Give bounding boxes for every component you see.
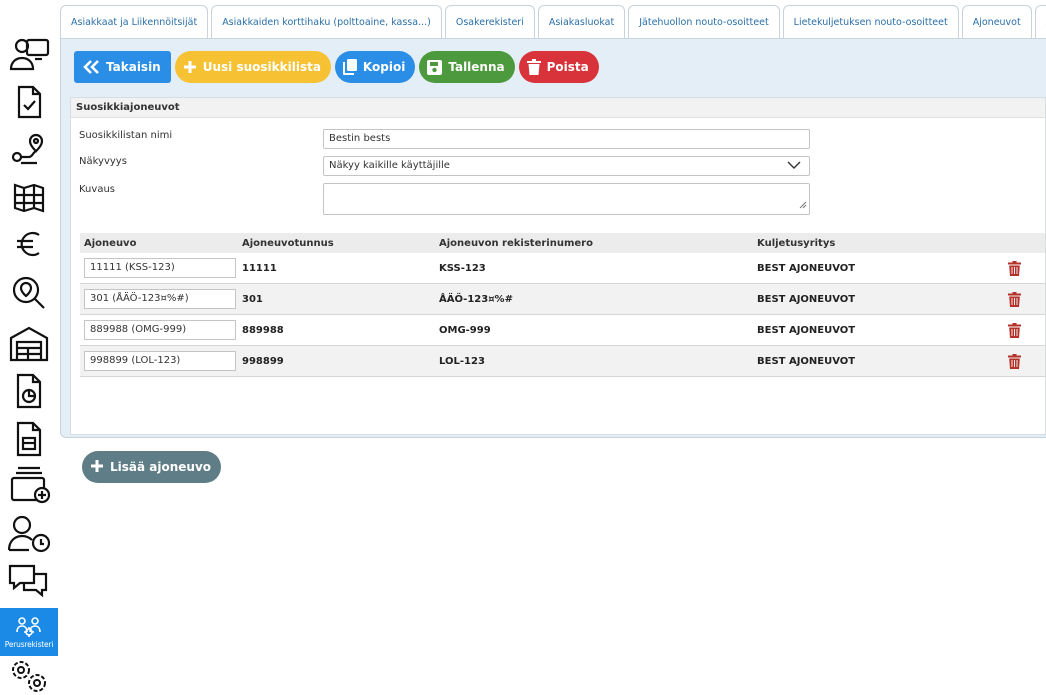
main-panel: Takaisin Uusi suosikkilista Kopioi Talle… [60,38,1046,483]
save-button-label: Tallenna [448,60,505,74]
tab-korttihaku[interactable]: Asiakkaiden korttihaku (polttoaine, kass… [211,5,442,38]
table-row: 889988 (OMG-999) 889988 OMG-999 BEST AJO… [80,315,1045,346]
route-icon[interactable] [0,130,58,170]
delete-button[interactable]: Poista [518,51,599,83]
tab-ajon[interactable]: Ajon [1034,5,1046,38]
vehicle-id-cell: 11111 [242,262,277,274]
vehicle-input[interactable]: 889988 (OMG-999) [84,320,236,340]
table-row: 11111 (KSS-123) 11111 KSS-123 BEST AJONE… [80,253,1045,284]
new-list-button[interactable]: Uusi suosikkilista [174,51,331,83]
registration-cell: OMG-999 [439,324,491,336]
delete-row-trash-icon[interactable] [1007,260,1021,276]
delete-button-label: Poista [546,60,589,74]
header-vehicle-id: Ajoneuvotunnus [242,237,334,249]
sidebar-item-perusrekisteri[interactable]: Perusrekisteri [0,608,58,656]
floppy-icon [427,59,443,75]
tab-ajoneuvot[interactable]: Ajoneuvot [961,5,1032,38]
trash-icon [526,59,541,75]
chevron-down-icon [787,160,801,173]
settings-icon[interactable] [0,656,58,695]
company-cell: BEST AJONEUVOT [757,293,856,305]
save-button[interactable]: Tallenna [419,51,515,83]
visibility-select[interactable]: Näkyy kaikille käyttäjille [323,156,810,176]
list-name-value: Bestin bests [329,133,391,144]
user-screen-icon[interactable] [0,34,58,74]
vehicle-id-cell: 998899 [242,355,284,367]
plus-icon [90,459,104,476]
delete-row-trash-icon[interactable] [1007,322,1021,338]
table-row: 301 (ÅÄÖ-123¤%#) 301 ÅÄÖ-123¤%# BEST AJO… [80,284,1045,315]
header-company: Kuljetusyritys [757,237,836,249]
resize-grip-icon[interactable] [799,201,807,212]
visibility-value: Näkyy kaikille käyttäjille [329,160,450,171]
section-title: Suosikkiajoneuvot [71,98,1045,118]
vehicles-table: Ajoneuvo Ajoneuvotunnus Ajoneuvon rekist… [80,233,1045,377]
tab-bar: Asiakkaat ja Liikennöitsijät Asiakkaiden… [60,5,1046,38]
vehicle-input[interactable]: 11111 (KSS-123) [84,258,236,278]
sidebar-item-label: Perusrekisteri [4,639,54,649]
tab-lietekuljetus[interactable]: Lietekuljetuksen nouto-osoitteet [782,5,959,38]
plus-icon [183,60,197,74]
map-icon[interactable] [0,176,58,218]
tab-asiakasluokat[interactable]: Asiakasluokat [537,5,626,38]
copy-button-label: Kopioi [362,60,406,74]
euro-icon[interactable] [0,224,58,264]
toolbar: Takaisin Uusi suosikkilista Kopioi Talle… [74,51,599,83]
vehicle-id-cell: 301 [242,293,263,305]
registration-cell: KSS-123 [439,262,486,274]
company-cell: BEST AJONEUVOT [757,262,856,274]
tab-osakerekisteri[interactable]: Osakerekisteri [444,5,535,38]
vehicle-input[interactable]: 998899 (LOL-123) [84,351,236,371]
add-vehicle-button[interactable]: Lisää ajoneuvo [82,451,222,483]
copy-icon [342,59,357,75]
back-button[interactable]: Takaisin [74,51,171,83]
registration-cell: ÅÄÖ-123¤%# [439,293,513,305]
header-vehicle: Ajoneuvo [84,237,137,249]
add-vehicle-label: Lisää ajoneuvo [110,460,212,474]
tab-asiakkaat[interactable]: Asiakkaat ja Liikennöitsijät [60,5,209,38]
registration-cell: LOL-123 [439,355,485,367]
clipboard-check-icon[interactable] [0,82,58,122]
visibility-label: Näkyvyys [79,156,127,167]
chat-icon[interactable] [0,560,58,600]
table-row: 998899 (LOL-123) 998899 LOL-123 BEST AJO… [80,346,1045,377]
search-location-icon[interactable] [0,272,58,314]
double-chevron-left-icon [82,59,100,75]
copy-button[interactable]: Kopioi [334,51,416,83]
add-stack-icon[interactable] [0,464,58,506]
company-cell: BEST AJONEUVOT [757,324,856,336]
chart-document-icon[interactable] [0,370,58,412]
list-name-input[interactable]: Bestin bests [323,129,810,149]
new-list-button-label: Uusi suosikkilista [202,60,321,74]
vehicle-input[interactable]: 301 (ÅÄÖ-123¤%#) [84,289,236,309]
delete-row-trash-icon[interactable] [1007,353,1021,369]
description-label: Kuvaus [79,184,115,195]
back-button-label: Takaisin [106,60,161,74]
user-clock-icon[interactable] [0,512,58,554]
vehicle-id-cell: 889988 [242,324,284,336]
favorites-card: Suosikkiajoneuvot Suosikkilistan nimi Be… [70,97,1046,483]
delete-row-trash-icon[interactable] [1007,291,1021,307]
description-textarea[interactable] [323,183,810,215]
table-header: Ajoneuvo Ajoneuvotunnus Ajoneuvon rekist… [80,233,1045,253]
sidebar: Perusrekisteri [0,0,58,695]
document-list-icon[interactable] [0,418,58,460]
warehouse-icon[interactable] [0,322,58,364]
registry-icon [16,616,41,637]
tab-jatehuolto[interactable]: Jätehuollon nouto-osoitteet [628,5,780,38]
header-registration: Ajoneuvon rekisterinumero [439,237,593,249]
name-label: Suosikkilistan nimi [79,130,173,141]
company-cell: BEST AJONEUVOT [757,355,856,367]
